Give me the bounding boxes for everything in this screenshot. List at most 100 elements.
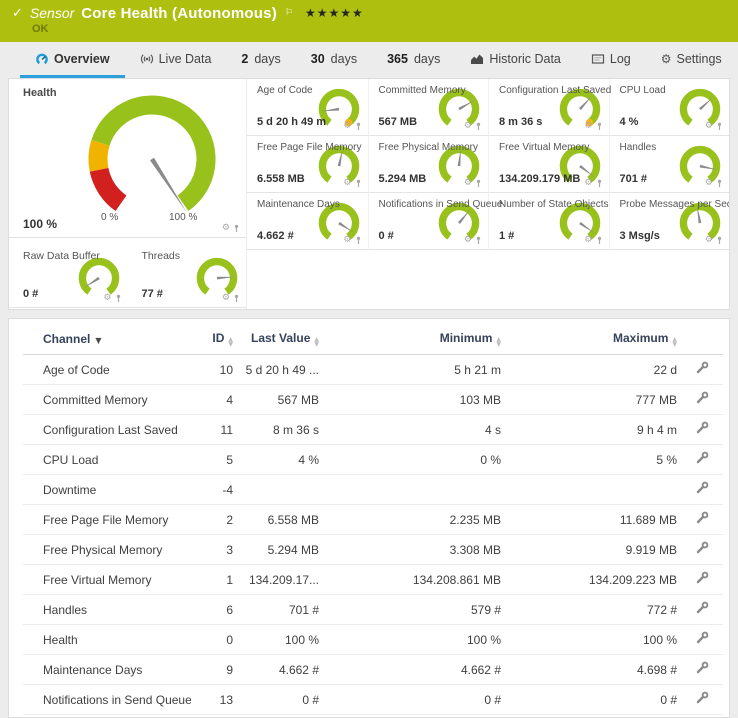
cell-id: 3 [191,535,237,565]
priority-stars[interactable]: ★★★★★ [305,5,364,22]
cell-id: 0 [191,625,237,655]
gauge-settings-gear-icon[interactable]: ⚙ [343,236,351,245]
tab-log[interactable]: Log [576,42,646,78]
gauge-settings-gear-icon[interactable]: ⚙ [705,122,713,131]
gauge-pin-icon[interactable] [233,294,240,303]
gauge-pin-icon[interactable] [716,122,723,131]
gauge-card-number-of-state-objects: Number of State Objects1 #⚙ [488,193,609,250]
gauge-pin-icon[interactable] [596,236,603,245]
gauge-settings-gear-icon[interactable]: ⚙ [584,236,592,245]
gauge-card-free-physical-memory: Free Physical Memory5.294 MB⚙ [368,136,489,193]
cell-actions [681,445,723,475]
cell-last-value: 4.662 # [237,655,323,685]
gauge-card-age-of-code: Age of Code5 d 20 h 49 m⚙ [247,79,368,136]
gauge-title: Committed Memory [379,85,466,96]
channel-settings-wrench-icon[interactable] [695,481,709,495]
gauge-pin-icon[interactable] [355,236,362,245]
tab-label: Log [610,52,631,66]
cell-actions [681,505,723,535]
gauge-title: Threads [142,250,181,262]
channel-settings-wrench-icon[interactable] [695,451,709,465]
column-header-last-value[interactable]: Last Value▲▼ [237,323,323,355]
table-row: Free Virtual Memory1134.209.17...134.208… [23,565,723,595]
gauge-value: 567 MB [379,116,418,128]
tab-historic-data[interactable]: Historic Data [455,42,576,78]
cell-last-value: 567 MB [237,385,323,415]
channel-settings-wrench-icon[interactable] [695,541,709,555]
gauge-pin-icon[interactable] [475,122,482,131]
cell-minimum: 579 # [323,595,505,625]
page-title: Core Health (Autonomous) [81,5,277,22]
column-header-maximum[interactable]: Maximum▲▼ [505,323,681,355]
column-label: Minimum [440,331,493,345]
tab-settings[interactable]: ⚙Settings [646,42,737,78]
gauge-settings-gear-icon[interactable]: ⚙ [584,179,592,188]
cell-id: 5 [191,445,237,475]
table-header-row: Channel▼ID▲▼Last Value▲▼Minimum▲▼Maximum… [23,323,723,355]
gauge-pin-icon[interactable] [596,122,603,131]
cell-maximum: 777 MB [505,385,681,415]
gauge-settings-gear-icon[interactable]: ⚙ [343,122,351,131]
gauge-settings-gear-icon[interactable]: ⚙ [222,224,230,233]
gear-icon: ⚙ [661,53,672,65]
cell-id: 13 [191,685,237,715]
gauge-pin-icon[interactable] [233,224,240,233]
gauge-pin-icon[interactable] [355,122,362,131]
cell-actions [681,385,723,415]
gauge-settings-gear-icon[interactable]: ⚙ [584,122,592,131]
channel-settings-wrench-icon[interactable] [695,361,709,375]
cell-channel: Free Physical Memory [23,535,191,565]
cell-maximum: 11.689 MB [505,505,681,535]
gauge-pin-icon[interactable] [716,236,723,245]
tab-30-days[interactable]: 30days [296,42,372,78]
gauge-title: Handles [620,142,657,153]
channel-settings-wrench-icon[interactable] [695,511,709,525]
gauge-pin-icon[interactable] [596,179,603,188]
gauge-pin-icon[interactable] [475,179,482,188]
gauge-title: Free Physical Memory [379,142,478,153]
sensor-status: OK [32,22,726,36]
tab-label: days [331,52,357,66]
channel-settings-wrench-icon[interactable] [695,391,709,405]
gauge-pin-icon[interactable] [355,179,362,188]
tab-number: 365 [387,52,408,66]
cell-channel: Maintenance Days [23,655,191,685]
gauge-settings-gear-icon[interactable]: ⚙ [705,236,713,245]
gauge-settings-gear-icon[interactable]: ⚙ [464,236,472,245]
channel-settings-wrench-icon[interactable] [695,601,709,615]
gauge-settings-gear-icon[interactable]: ⚙ [464,122,472,131]
tab-label: Live Data [159,52,212,66]
gauge-settings-gear-icon[interactable]: ⚙ [222,294,230,303]
channel-settings-wrench-icon[interactable] [695,631,709,645]
gauge-pin-icon[interactable] [475,236,482,245]
tab-live-data[interactable]: Live Data [125,42,227,78]
column-header-channel[interactable]: Channel▼ [23,323,191,355]
gauge-settings-gear-icon[interactable]: ⚙ [103,294,111,303]
gauge-pin-icon[interactable] [115,294,122,303]
tab-2-days[interactable]: 2days [226,42,295,78]
channel-settings-wrench-icon[interactable] [695,691,709,705]
gauge-title: Number of State Objects [499,199,609,210]
channel-settings-wrench-icon[interactable] [695,421,709,435]
overview-panel: Health 0 % 100 % 100 % ⚙ Raw Data Buffer… [8,78,730,310]
gauge-title: Raw Data Buffer [23,250,100,262]
tab-365-days[interactable]: 365days [372,42,455,78]
gauge-card-free-virtual-memory: Free Virtual Memory134.209.179 MB⚙ [488,136,609,193]
sensor-banner: ✓ Sensor Core Health (Autonomous)⚐ ★★★★★… [0,0,738,42]
gauge-settings-gear-icon[interactable]: ⚙ [343,179,351,188]
column-label: ID [212,331,224,345]
cell-last-value: 100 % [237,625,323,655]
channel-settings-wrench-icon[interactable] [695,661,709,675]
cell-minimum: 134.208.861 MB [323,565,505,595]
health-gauge-value: 100 % [23,217,57,231]
gauge-value: 134.209.179 MB [499,173,580,185]
gauge-pin-icon[interactable] [716,179,723,188]
gauge-settings-gear-icon[interactable]: ⚙ [705,179,713,188]
column-header-id[interactable]: ID▲▼ [191,323,237,355]
column-header-minimum[interactable]: Minimum▲▼ [323,323,505,355]
gauge-settings-gear-icon[interactable]: ⚙ [464,179,472,188]
gauge-title: Maintenance Days [257,199,340,210]
tab-overview[interactable]: Overview [20,42,125,78]
cell-actions [681,595,723,625]
channel-settings-wrench-icon[interactable] [695,571,709,585]
